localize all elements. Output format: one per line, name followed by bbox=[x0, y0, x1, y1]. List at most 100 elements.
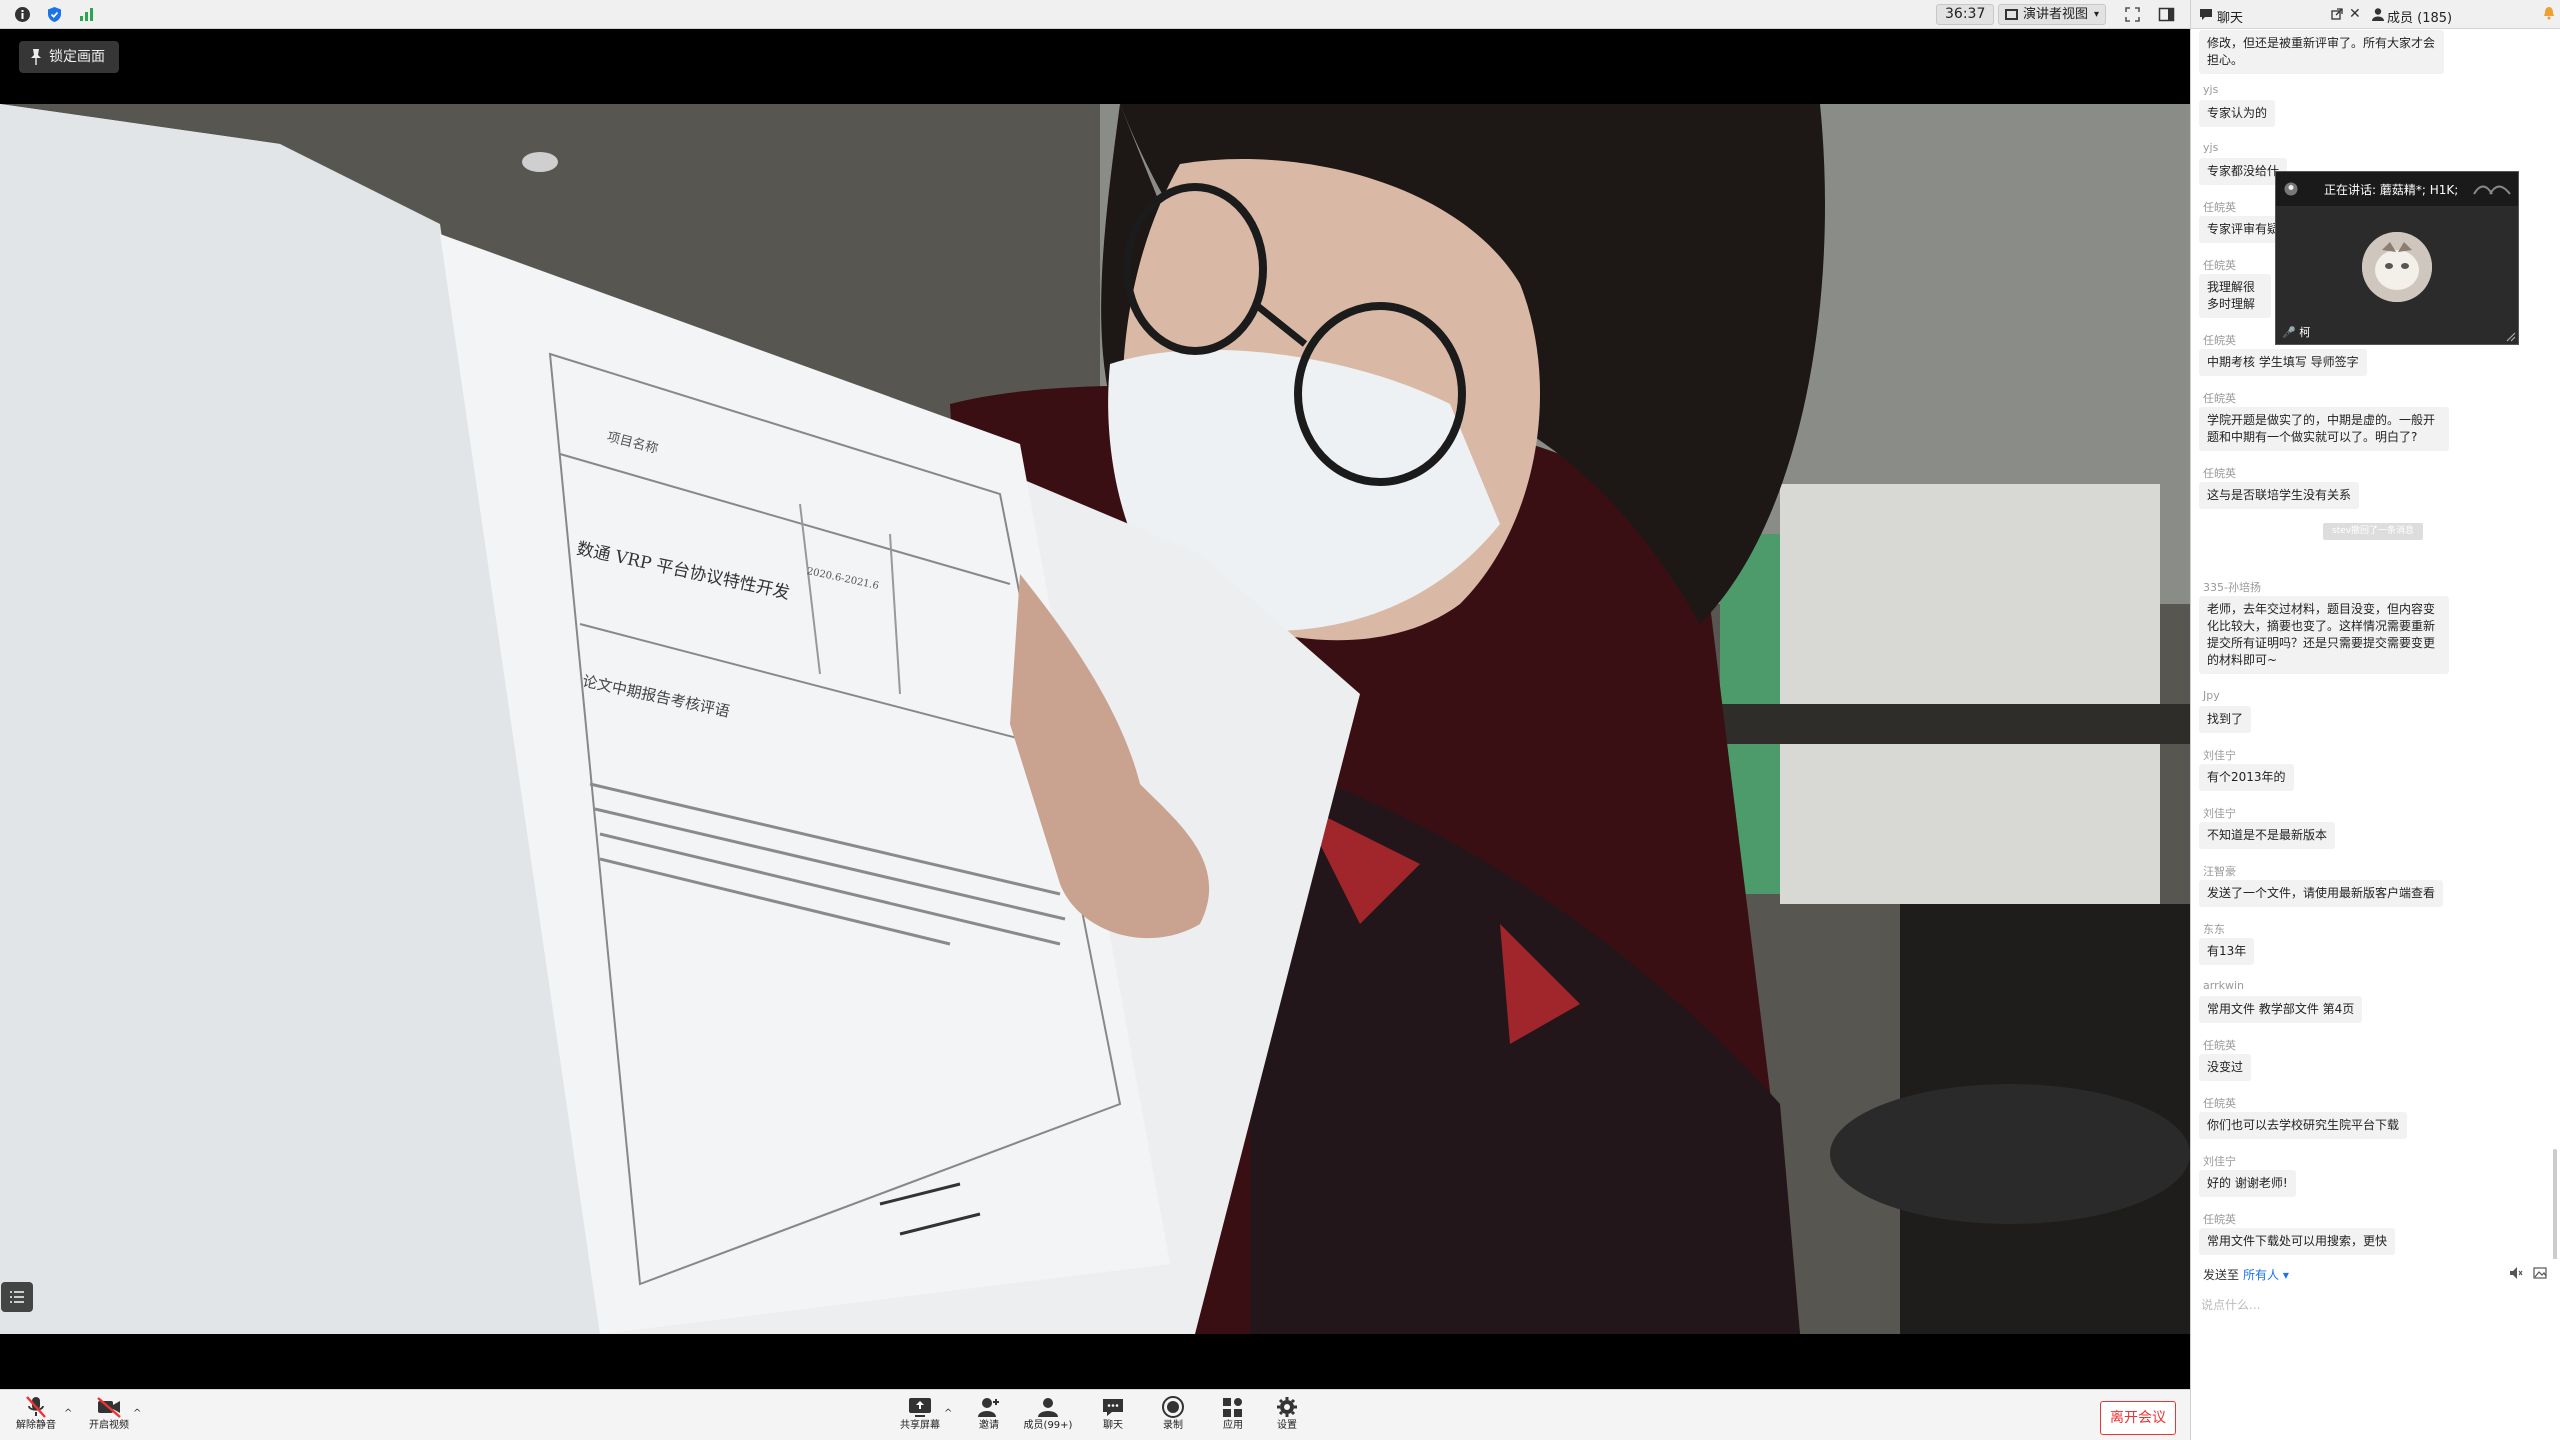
popout-icon[interactable] bbox=[2331, 8, 2343, 20]
chat-sender: 东东 bbox=[2203, 923, 2225, 936]
chat-message: 专家评审有疑 bbox=[2199, 216, 2288, 243]
chat-message: 常用文件 教学部文件 第4页 bbox=[2199, 996, 2363, 1023]
record-icon bbox=[1162, 1396, 1184, 1418]
chat-message: 找到了 bbox=[2199, 706, 2252, 733]
close-icon[interactable]: ✕ bbox=[2349, 6, 2361, 22]
gear-icon bbox=[1277, 1397, 1297, 1417]
speaking-indicator: 正在讲话: 蘑菇精*; H1K; bbox=[2324, 183, 2459, 197]
active-speaker-window[interactable]: 正在讲话: 蘑菇精*; H1K; 🎤 柯 bbox=[2275, 171, 2519, 345]
chat-message: 专家都没给什 bbox=[2199, 158, 2288, 185]
chat-sender: 任皖英 bbox=[2203, 1213, 2236, 1226]
chevron-down-icon: ▾ bbox=[2093, 9, 2099, 20]
chat-message: 常用文件下载处可以用搜索，更快 bbox=[2199, 1228, 2396, 1255]
chat-message: 专家认为的 bbox=[2199, 100, 2276, 127]
chat-button[interactable]: 聊天 bbox=[1083, 1393, 1143, 1439]
chat-message: 老师，去年交过材料，题目没变，但内容变化比较大，摘要也变了。这样情况需要重新提交… bbox=[2199, 596, 2449, 674]
speaker-avatar-image bbox=[2362, 232, 2432, 302]
chat-message: 中期考核 学生填写 导师签字 bbox=[2199, 349, 2367, 376]
bell-icon[interactable] bbox=[2543, 6, 2555, 20]
chat-message: 有个2013年的 bbox=[2199, 764, 2294, 791]
settings-label: 设置 bbox=[1277, 1420, 1297, 1431]
leave-meeting-button[interactable]: 离开会议 bbox=[2100, 1401, 2176, 1435]
chat-sender: 任皖英 bbox=[2203, 467, 2236, 480]
settings-button[interactable]: 设置 bbox=[1257, 1393, 1317, 1439]
invite-button[interactable]: 邀请 bbox=[959, 1393, 1019, 1439]
members-label: 成员(99+) bbox=[1023, 1420, 1073, 1431]
chat-message: 学院开题是做实了的，中期是虚的。一般开题和中期有一个做实就可以了。明白了? bbox=[2199, 407, 2449, 451]
user-icon bbox=[2372, 8, 2384, 21]
members-button[interactable]: 成员(99+) bbox=[1018, 1393, 1078, 1439]
participant-list-toggle[interactable] bbox=[1, 1282, 33, 1312]
info-icon[interactable] bbox=[14, 6, 31, 23]
unmute-button[interactable]: 解除静音 bbox=[6, 1393, 66, 1439]
mic-off-icon: 🎤 bbox=[2282, 326, 2296, 339]
chat-message: 我理解很多时理解 bbox=[2199, 274, 2271, 318]
list-icon bbox=[10, 1291, 24, 1303]
chat-sender: Jpy bbox=[2203, 689, 2220, 702]
microphone-muted-icon bbox=[26, 1396, 46, 1418]
chat-label: 聊天 bbox=[1103, 1420, 1123, 1431]
speaker-avatar bbox=[2362, 232, 2432, 302]
audio-wave-icon bbox=[2473, 185, 2511, 195]
chat-sender: 任皖英 bbox=[2203, 201, 2236, 214]
video-options-caret-icon[interactable]: ^ bbox=[133, 1408, 141, 1419]
record-button[interactable]: 录制 bbox=[1143, 1393, 1203, 1439]
start-video-label: 开启视频 bbox=[89, 1420, 129, 1431]
meeting-timer: 36:37 bbox=[1936, 4, 1995, 25]
shield-icon[interactable] bbox=[46, 6, 63, 23]
start-video-button[interactable]: 开启视频 bbox=[79, 1393, 139, 1439]
lock-view-button[interactable]: 锁定画面 bbox=[19, 41, 119, 73]
share-screen-label: 共享屏幕 bbox=[900, 1420, 940, 1431]
record-label: 录制 bbox=[1163, 1420, 1183, 1431]
fullscreen-icon[interactable] bbox=[2124, 6, 2141, 23]
chat-message: 这与是否联培学生没有关系 bbox=[2199, 482, 2360, 509]
unmute-label: 解除静音 bbox=[16, 1420, 56, 1431]
share-options-caret-icon[interactable]: ^ bbox=[944, 1408, 952, 1419]
chat-sender: yjs bbox=[2203, 83, 2219, 96]
lock-view-label: 锁定画面 bbox=[49, 49, 105, 65]
chat-bubble-icon bbox=[1103, 1399, 1123, 1416]
audio-options-caret-icon[interactable]: ^ bbox=[64, 1408, 72, 1419]
send-target-row: 发送至 所有人 ▾ bbox=[2191, 1262, 2560, 1288]
active-speaker-header: 正在讲话: 蘑菇精*; H1K; bbox=[2276, 172, 2518, 206]
chat-sender: 汪智豪 bbox=[2203, 865, 2236, 878]
chat-message: 有13年 bbox=[2199, 938, 2255, 965]
members-tab[interactable]: 成员 (185) bbox=[2387, 7, 2452, 26]
share-screen-icon bbox=[909, 1398, 931, 1417]
apps-label: 应用 bbox=[1223, 1420, 1243, 1431]
video-content-image bbox=[0, 104, 2190, 1334]
add-user-icon bbox=[978, 1398, 999, 1417]
send-target-select[interactable]: 所有人 ▾ bbox=[2243, 1266, 2289, 1283]
resize-handle-icon[interactable] bbox=[2506, 332, 2516, 342]
chat-sender: 刘佳宁 bbox=[2203, 749, 2236, 762]
chat-input[interactable] bbox=[2201, 1296, 2551, 1416]
chat-scrollbar[interactable] bbox=[2553, 1149, 2557, 1259]
recall-notice: stev撤回了一条消息 bbox=[2323, 523, 2423, 540]
chat-sender: yjs bbox=[2203, 141, 2219, 154]
chat-message: 没变过 bbox=[2199, 1054, 2252, 1081]
view-mode-select[interactable]: 演讲者视图 ▾ bbox=[1998, 4, 2106, 25]
apps-button[interactable]: 应用 bbox=[1203, 1393, 1263, 1439]
video-area: 数通 VRP 平台协议特性开发 论文中期报告考核评语 项目名称 2020.6-2… bbox=[0, 29, 2190, 1389]
mini-avatar-icon bbox=[2284, 182, 2298, 196]
signal-strength-icon[interactable] bbox=[78, 6, 95, 23]
chat-sender: 任皖英 bbox=[2203, 1039, 2236, 1052]
meeting-window: 36:37 演讲者视图 ▾ 数通 VRP 平台协议特性开发 论文中期报告考核评语… bbox=[0, 0, 2560, 1440]
chat-sender: 刘佳宁 bbox=[2203, 807, 2236, 820]
participant-video: 数通 VRP 平台协议特性开发 论文中期报告考核评语 项目名称 2020.6-2… bbox=[0, 104, 2190, 1334]
chat-tab[interactable]: 聊天 bbox=[2217, 7, 2243, 26]
sidebar-toggle-icon[interactable] bbox=[2158, 6, 2175, 23]
send-to-label: 发送至 bbox=[2203, 1268, 2240, 1282]
share-screen-button[interactable]: 共享屏幕 bbox=[890, 1393, 950, 1439]
chat-message: 修改，但还是被重新评审了。所有大家才会担心。 bbox=[2199, 30, 2444, 74]
speaker-mute-icon[interactable] bbox=[2509, 1266, 2523, 1280]
view-mode-label: 演讲者视图 bbox=[2023, 7, 2089, 22]
chat-sender: 刘佳宁 bbox=[2203, 1155, 2236, 1168]
speaker-name-row: 🎤 柯 bbox=[2282, 324, 2310, 340]
image-icon[interactable] bbox=[2533, 1266, 2547, 1280]
invite-label: 邀请 bbox=[979, 1420, 999, 1431]
chat-sender: 任皖英 bbox=[2203, 1097, 2236, 1110]
chat-sender: arrkwin bbox=[2203, 979, 2244, 992]
apps-grid-icon bbox=[1223, 1398, 1242, 1417]
chat-sender: 任皖英 bbox=[2203, 392, 2236, 405]
